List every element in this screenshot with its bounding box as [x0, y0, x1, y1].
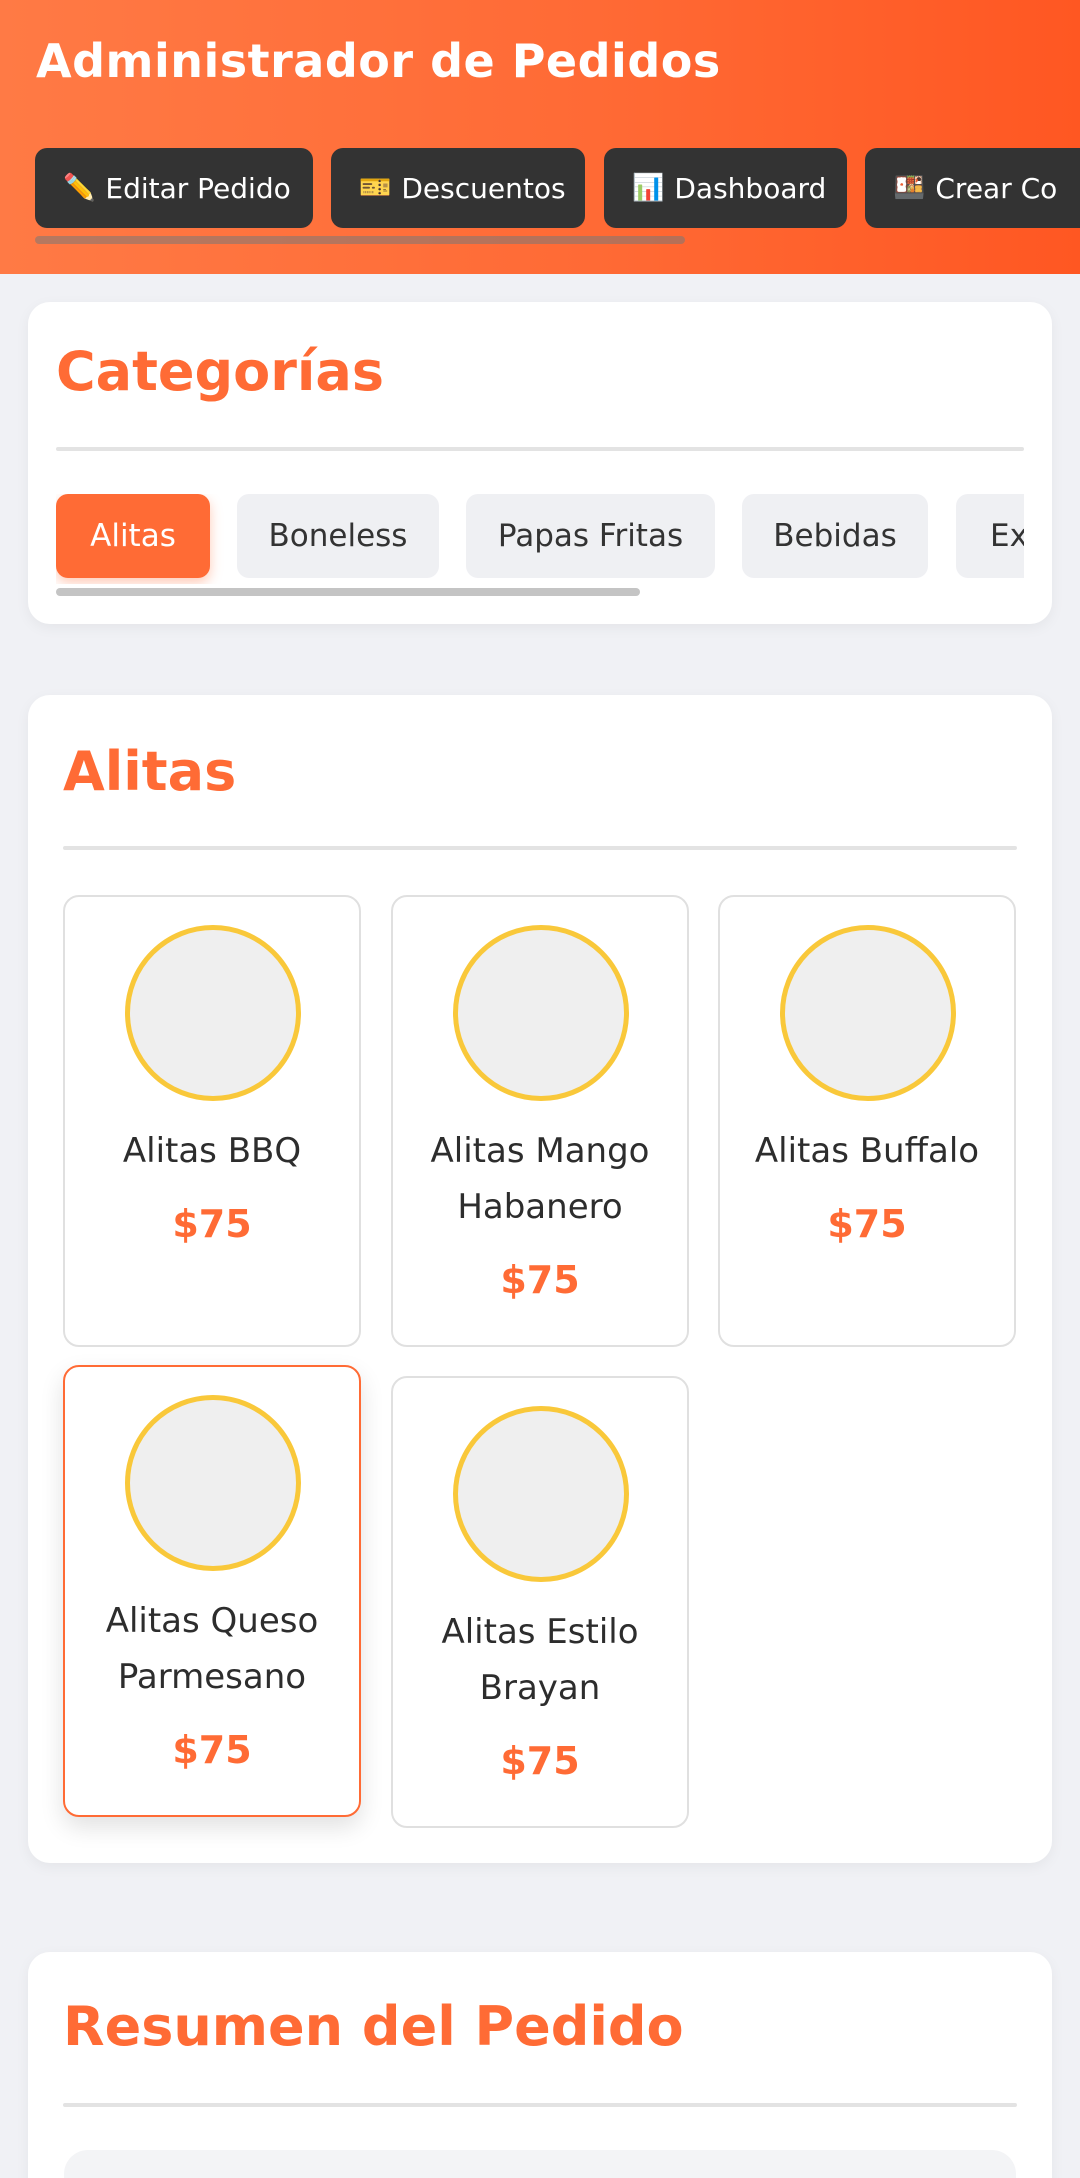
category-chip-extras[interactable]: Ex [956, 494, 1024, 578]
create-combo-button[interactable]: 🍱 Crear Co [865, 148, 1080, 228]
bento-icon: 🍱 [893, 173, 926, 203]
pencil-icon: ✏️ [63, 173, 96, 203]
category-chip-alitas[interactable]: Alitas [56, 494, 210, 578]
product-price: $75 [500, 1739, 580, 1783]
product-price: $75 [172, 1728, 252, 1772]
app-title: Administrador de Pedidos [36, 34, 721, 88]
category-chip-boneless[interactable]: Boneless [237, 494, 439, 578]
category-chip-bebidas[interactable]: Bebidas [742, 494, 928, 578]
product-image [125, 1395, 301, 1571]
product-name: Alitas Queso Parmesano [105, 1601, 319, 1697]
discounts-button[interactable]: 🎫 Descuentos [331, 148, 585, 228]
product-card-alitas-estilo-brayan[interactable]: Alitas Estilo Brayan $75 [391, 1376, 689, 1828]
product-image [453, 925, 629, 1101]
product-card-alitas-queso-parmesano[interactable]: Alitas Queso Parmesano $75 [63, 1365, 361, 1817]
app-header: Administrador de Pedidos ✏️ Editar Pedid… [0, 0, 1080, 274]
product-name: Alitas Estilo Brayan [441, 1612, 639, 1708]
product-price: $75 [500, 1258, 580, 1302]
edit-order-button[interactable]: ✏️ Editar Pedido [35, 148, 313, 228]
product-card-alitas-mango-habanero[interactable]: Alitas Mango Habanero $75 [391, 895, 689, 1347]
product-image [780, 925, 956, 1101]
product-card-alitas-bbq[interactable]: Alitas BBQ $75 [63, 895, 361, 1347]
products-divider [63, 846, 1017, 850]
ticket-icon: 🎫 [359, 173, 392, 203]
nav-toolbar: ✏️ Editar Pedido 🎫 Descuentos 📊 Dashboar… [35, 148, 1080, 228]
bar-chart-icon: 📊 [632, 173, 665, 203]
product-image [453, 1406, 629, 1582]
nav-scrollbar[interactable] [35, 236, 685, 244]
product-name: Alitas Mango Habanero [430, 1131, 650, 1227]
discounts-label: Descuentos [401, 171, 566, 205]
dashboard-button[interactable]: 📊 Dashboard [604, 148, 847, 228]
order-summary-card [28, 1952, 1052, 2178]
summary-divider [63, 2103, 1017, 2107]
category-chip-papas-fritas[interactable]: Papas Fritas [466, 494, 715, 578]
categories-divider [56, 447, 1024, 451]
create-combo-label: Crear Co [935, 171, 1058, 205]
summary-content-box [64, 2150, 1016, 2178]
category-chips: Alitas Boneless Papas Fritas Bebidas Ex [56, 494, 1024, 584]
order-summary-title: Resumen del Pedido [63, 1995, 684, 2058]
dashboard-label: Dashboard [674, 171, 827, 205]
product-image [125, 925, 301, 1101]
categories-scrollbar[interactable] [56, 588, 640, 596]
edit-order-label: Editar Pedido [105, 171, 291, 205]
product-card-alitas-buffalo[interactable]: Alitas Buffalo $75 [718, 895, 1016, 1347]
product-name: Alitas Buffalo [754, 1131, 980, 1171]
categories-title: Categorías [56, 340, 384, 403]
product-price: $75 [827, 1202, 907, 1246]
product-price: $75 [172, 1202, 252, 1246]
product-name: Alitas BBQ [122, 1131, 302, 1171]
products-title: Alitas [63, 740, 237, 803]
